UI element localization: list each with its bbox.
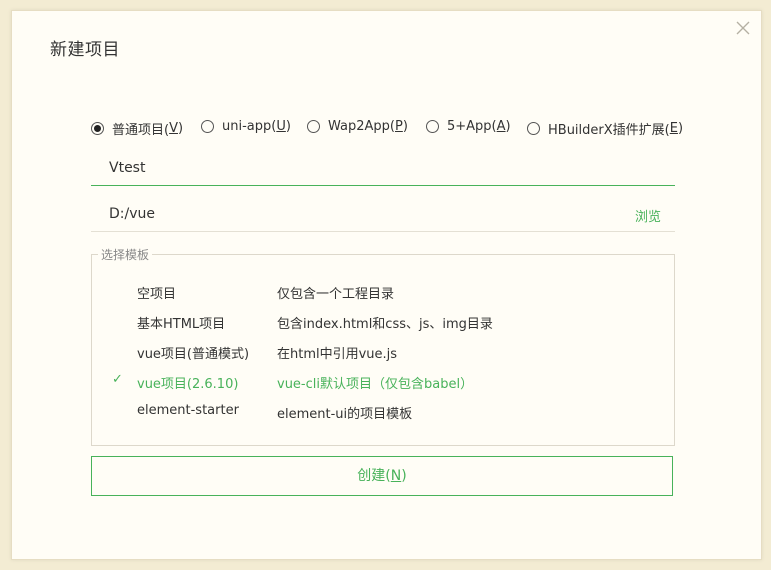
template-desc: vue-cli默认项目（仅包含babel） xyxy=(277,377,474,392)
template-item-vue-normal[interactable]: vue项目(普通模式) 在html中引用vue.js xyxy=(92,337,674,367)
project-type-hbuilderx-plugin[interactable]: HBuilderX插件扩展(E) xyxy=(527,119,683,138)
template-group: 选择模板 空项目 仅包含一个工程目录 基本HTML项目 包含index.html… xyxy=(91,246,675,446)
project-type-hbuilderx-plugin-label: HBuilderX插件扩展( xyxy=(548,123,670,138)
template-name: 空项目 xyxy=(137,287,177,302)
project-type-5plusapp[interactable]: 5+App(A) xyxy=(426,119,511,134)
template-name: vue项目(2.6.10) xyxy=(137,377,239,392)
project-type-group: 普通项目(V) uni-app(U) Wap2App(P) 5+App(A) H… xyxy=(91,119,691,139)
new-project-dialog: 新建项目 普通项目(V) uni-app(U) Wap2App(P) 5+App… xyxy=(11,10,762,560)
create-button-label: 创建( xyxy=(357,468,391,484)
project-type-normal-key: V xyxy=(169,121,178,136)
project-type-5plusapp-label: 5+App( xyxy=(447,119,497,134)
project-location-input[interactable] xyxy=(109,203,609,225)
project-type-wap2app-key: P xyxy=(394,119,403,134)
radio-hbuilderx-plugin[interactable] xyxy=(527,122,540,135)
template-name: element-starter xyxy=(137,403,239,418)
template-name: vue项目(普通模式) xyxy=(137,347,250,362)
project-type-hbuilderx-plugin-suffix: ) xyxy=(677,121,684,136)
project-type-normal-suffix: ) xyxy=(177,121,184,136)
project-type-hbuilderx-plugin-key: E xyxy=(669,121,678,136)
project-type-uniapp-key: U xyxy=(276,119,286,134)
project-type-wap2app-suffix: ) xyxy=(402,119,408,134)
project-type-uniapp-suffix: ) xyxy=(285,119,291,134)
template-desc: element-ui的项目模板 xyxy=(277,407,413,422)
project-type-5plusapp-suffix: ) xyxy=(505,119,511,134)
project-type-normal[interactable]: 普通项目(V) xyxy=(91,119,183,138)
radio-uniapp[interactable] xyxy=(201,120,214,133)
template-desc: 仅包含一个工程目录 xyxy=(277,287,395,302)
template-item-basic-html[interactable]: 基本HTML项目 包含index.html和css、js、img目录 xyxy=(92,307,674,337)
dialog-title: 新建项目 xyxy=(50,40,120,60)
browse-button[interactable]: 浏览 xyxy=(635,206,661,225)
create-button-suffix: ) xyxy=(401,468,407,484)
template-desc: 在html中引用vue.js xyxy=(277,347,398,362)
project-type-wap2app-label: Wap2App( xyxy=(328,119,395,134)
check-icon: ✓ xyxy=(112,372,123,387)
project-type-5plusapp-key: A xyxy=(496,119,506,134)
radio-wap2app[interactable] xyxy=(307,120,320,133)
template-item-element-starter[interactable]: element-starter element-ui的项目模板 xyxy=(92,397,674,427)
radio-normal[interactable] xyxy=(91,122,104,135)
template-desc: 包含index.html和css、js、img目录 xyxy=(277,317,493,332)
create-button-key: N xyxy=(390,468,402,484)
project-name-input[interactable] xyxy=(109,157,609,179)
project-type-uniapp[interactable]: uni-app(U) xyxy=(201,119,291,134)
template-name: 基本HTML项目 xyxy=(137,317,226,332)
project-name-field xyxy=(91,151,675,186)
template-item-vue-cli[interactable]: ✓ vue项目(2.6.10) vue-cli默认项目（仅包含babel） xyxy=(92,367,674,397)
template-group-legend: 选择模板 xyxy=(98,246,153,263)
radio-5plusapp[interactable] xyxy=(426,120,439,133)
project-type-wap2app[interactable]: Wap2App(P) xyxy=(307,119,408,134)
close-icon[interactable] xyxy=(734,19,752,37)
project-type-normal-label: 普通项目( xyxy=(112,123,170,138)
create-button[interactable]: 创建(N) xyxy=(91,456,673,496)
project-type-uniapp-label: uni-app( xyxy=(222,119,277,134)
template-item-empty[interactable]: 空项目 仅包含一个工程目录 xyxy=(92,277,674,307)
project-location-field: 浏览 xyxy=(91,197,675,232)
